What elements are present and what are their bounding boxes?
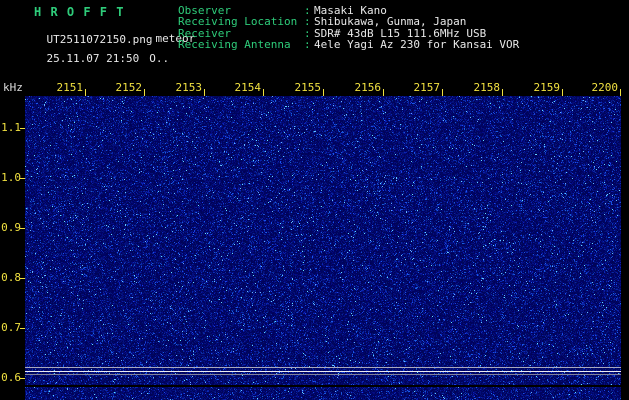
hrofft-screen: H R O F F T UT2511072150.png meteor 25.11… bbox=[0, 0, 629, 400]
x-tick-label: 2153 bbox=[175, 81, 203, 94]
x-tick bbox=[562, 89, 563, 96]
info-row-antenna: Receiving Antenna : 4ele Yagi Az 230 for… bbox=[178, 38, 520, 52]
datetime-label: 25.11.07 21:50 bbox=[46, 52, 140, 65]
x-tick-label: 2152 bbox=[115, 81, 143, 94]
x-tick-label: 2156 bbox=[354, 81, 382, 94]
x-tick-label: 2159 bbox=[533, 81, 561, 94]
datetime-row: 25.11.07 21:50 O.. bbox=[20, 39, 170, 78]
x-tick bbox=[383, 89, 384, 96]
station-info-table: Observer : Masaki Kano Receiving Locatio… bbox=[178, 5, 519, 51]
x-tick-label: 2154 bbox=[234, 81, 262, 94]
y-tick-label: 0.7 bbox=[1, 321, 21, 334]
x-tick bbox=[263, 89, 264, 96]
info-separator: : bbox=[304, 38, 311, 52]
x-tick bbox=[442, 89, 443, 96]
y-tick-label: 0.8 bbox=[1, 271, 21, 284]
x-tick-label: 2158 bbox=[473, 81, 501, 94]
x-tick bbox=[144, 89, 145, 96]
y-axis-unit-label: kHz bbox=[3, 81, 23, 94]
x-tick bbox=[204, 89, 205, 96]
y-tick-label: 1.1 bbox=[1, 121, 21, 134]
signal-strip-canvas bbox=[25, 387, 621, 400]
app-title: H R O F F T bbox=[34, 5, 125, 19]
x-tick-label: 2151 bbox=[56, 81, 84, 94]
x-tick bbox=[502, 89, 503, 96]
x-tick-label: 2200 bbox=[591, 81, 619, 94]
status-indicator: O.. bbox=[149, 52, 170, 65]
spectrogram-canvas bbox=[25, 96, 621, 385]
x-tick bbox=[620, 89, 621, 96]
x-tick bbox=[323, 89, 324, 96]
x-tick-label: 2155 bbox=[294, 81, 322, 94]
info-label: Receiving Antenna bbox=[178, 38, 291, 52]
y-tick-label: 0.6 bbox=[1, 371, 21, 384]
y-tick-label: 1.0 bbox=[1, 171, 21, 184]
y-tick-label: 0.9 bbox=[1, 221, 21, 234]
x-tick bbox=[85, 89, 86, 96]
info-value: 4ele Yagi Az 230 for Kansai VOR bbox=[314, 38, 520, 52]
x-tick-label: 2157 bbox=[413, 81, 441, 94]
